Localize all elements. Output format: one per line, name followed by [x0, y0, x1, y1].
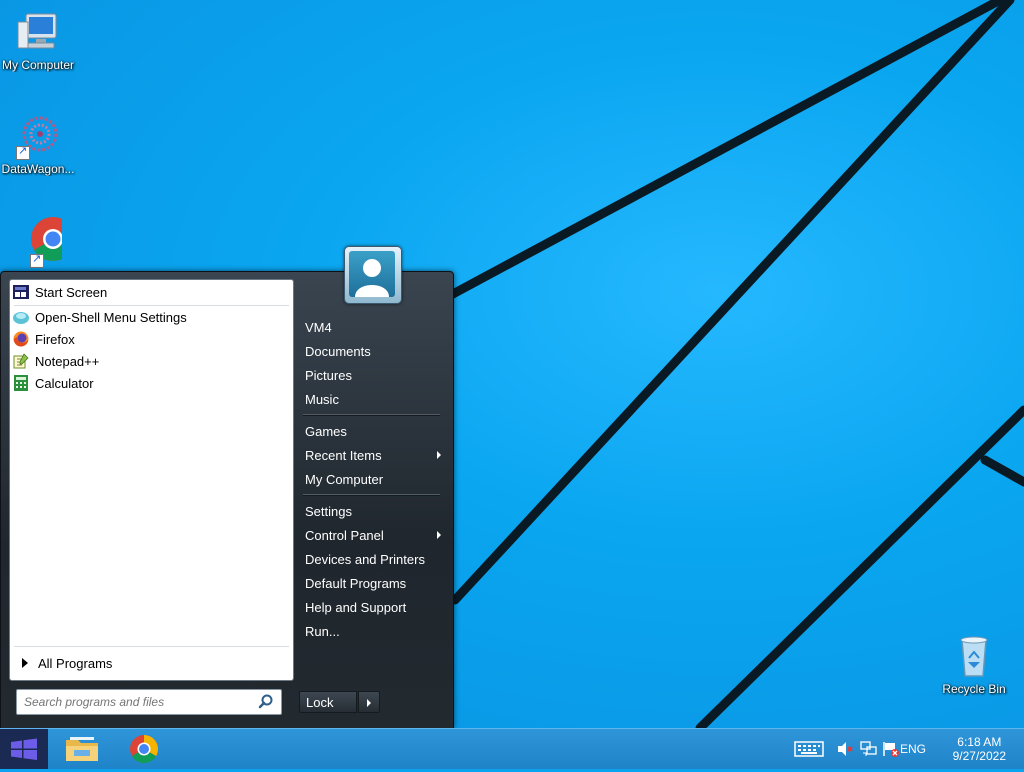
desktop-icon-label: DataWagon... — [1, 162, 75, 176]
taskbar: ENG 6:18 AM 9/27/2022 — [0, 728, 1024, 769]
desktop-icon-recycle-bin[interactable]: Recycle Bin — [936, 632, 1012, 696]
keyboard-icon[interactable] — [794, 740, 824, 761]
clock-time: 6:18 AM — [957, 735, 1002, 749]
right-item-help-support[interactable]: Help and Support — [299, 596, 445, 618]
taskbar-file-explorer[interactable] — [60, 733, 104, 765]
action-center-flag-icon[interactable] — [882, 741, 900, 760]
right-item-my-computer[interactable]: My Computer — [299, 468, 445, 490]
right-item-settings[interactable]: Settings — [299, 500, 445, 522]
right-item-label: Run... — [305, 623, 340, 639]
right-item-default-programs[interactable]: Default Programs — [299, 572, 445, 594]
calculator-icon — [13, 375, 29, 391]
separator — [14, 646, 289, 647]
right-item-control-panel[interactable]: Control Panel — [299, 524, 445, 546]
right-item-label: VM4 — [305, 319, 332, 335]
submenu-arrow-icon — [437, 531, 441, 539]
right-item-devices-printers[interactable]: Devices and Printers — [299, 548, 445, 570]
program-item-notepad-plus-plus[interactable]: Notepad++ — [13, 350, 289, 372]
shortcut-arrow-icon — [30, 252, 44, 268]
user-avatar[interactable] — [344, 246, 402, 304]
triangle-right-icon — [22, 658, 28, 668]
taskbar-chrome[interactable] — [122, 733, 166, 765]
right-item-recent-items[interactable]: Recent Items — [299, 444, 445, 466]
right-item-label: Pictures — [305, 367, 352, 383]
desktop-icon-label: My Computer — [1, 58, 75, 72]
desktop-icon-chrome[interactable] — [0, 214, 76, 268]
notepad-icon — [13, 353, 29, 369]
firefox-icon — [13, 331, 29, 347]
start-screen-icon — [13, 284, 29, 300]
lock-button[interactable]: Lock — [299, 691, 357, 713]
right-item-label: Music — [305, 391, 339, 407]
clock[interactable]: 6:18 AM 9/27/2022 — [953, 735, 1006, 763]
right-item-pictures[interactable]: Pictures — [299, 364, 445, 386]
submenu-arrow-icon — [437, 451, 441, 459]
all-programs-label: All Programs — [38, 655, 113, 671]
user-icon — [349, 251, 395, 297]
right-item-label: Games — [305, 423, 347, 439]
right-item-documents[interactable]: Documents — [299, 340, 445, 362]
right-item-label: Devices and Printers — [305, 551, 425, 567]
separator — [303, 414, 440, 416]
lock-controls: Lock — [299, 691, 380, 713]
program-item-label: Calculator — [35, 375, 94, 391]
language-indicator[interactable]: ENG — [900, 742, 926, 756]
lock-label: Lock — [306, 694, 334, 710]
right-item-label: My Computer — [305, 471, 384, 487]
program-item-firefox[interactable]: Firefox — [13, 328, 289, 350]
all-programs-button[interactable]: All Programs — [16, 653, 286, 673]
right-item-music[interactable]: Music — [299, 388, 445, 410]
right-item-label: Recent Items — [305, 447, 382, 463]
program-item-start-screen[interactable]: Start Screen — [13, 281, 289, 303]
right-item-label: Default Programs — [305, 575, 407, 591]
right-item-label: Settings — [305, 503, 352, 519]
search-input[interactable] — [17, 694, 257, 710]
right-item-label: Help and Support — [305, 599, 407, 615]
right-item-label: Documents — [305, 343, 371, 359]
system-tray: ENG 6:18 AM 9/27/2022 — [784, 729, 1024, 769]
chrome-icon — [130, 735, 158, 763]
program-item-label: Open-Shell Menu Settings — [35, 309, 187, 325]
search-box[interactable] — [16, 689, 282, 715]
right-item-user[interactable]: VM4 — [299, 316, 445, 338]
network-icon[interactable] — [860, 741, 878, 760]
program-item-open-shell-settings[interactable]: Open-Shell Menu Settings — [13, 306, 289, 328]
right-item-label: Control Panel — [305, 527, 384, 543]
open-shell-icon — [13, 309, 29, 325]
program-item-label: Firefox — [35, 331, 75, 347]
start-button[interactable] — [0, 729, 48, 769]
desktop-icon-datawagon[interactable]: DataWagon... — [0, 112, 76, 176]
desktop-icon-my-computer[interactable]: My Computer — [0, 8, 76, 72]
right-item-run[interactable]: Run... — [299, 620, 445, 642]
file-explorer-icon — [66, 737, 98, 761]
clock-date: 9/27/2022 — [952, 749, 1006, 763]
windows-logo-icon — [11, 738, 37, 760]
program-item-label: Start Screen — [35, 284, 108, 300]
separator — [303, 494, 440, 496]
program-item-label: Notepad++ — [35, 353, 100, 369]
shutdown-options-button[interactable] — [358, 691, 380, 713]
volume-muted-icon[interactable] — [836, 741, 854, 760]
chrome-icon — [14, 214, 75, 268]
start-menu: Start Screen Open-Shell Menu Settings Fi… — [0, 246, 454, 729]
right-item-games[interactable]: Games — [299, 420, 445, 442]
start-menu-programs-pane: Start Screen Open-Shell Menu Settings Fi… — [9, 279, 294, 681]
search-icon[interactable] — [257, 693, 275, 711]
desktop-icon-label: Recycle Bin — [942, 682, 1006, 696]
datawagon-icon — [14, 112, 62, 160]
shortcut-arrow-icon — [16, 144, 30, 160]
computer-icon — [14, 8, 62, 56]
recycle-bin-icon — [950, 632, 998, 680]
program-item-calculator[interactable]: Calculator — [13, 372, 289, 394]
